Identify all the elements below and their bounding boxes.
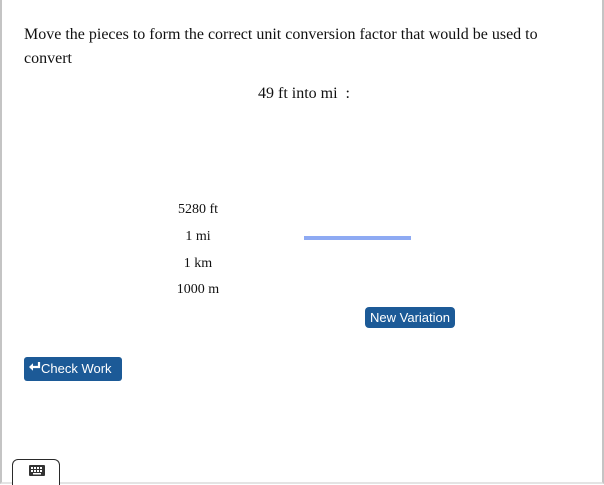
keyboard-toggle-button[interactable] <box>12 459 60 485</box>
new-variation-button[interactable]: New Variation <box>365 307 455 328</box>
fraction-bar-drop-zone[interactable] <box>304 236 411 240</box>
draggable-piece-1-mi[interactable]: 1 mi <box>162 229 234 245</box>
return-arrow-icon <box>28 356 41 380</box>
draggable-piece-1000-m[interactable]: 1000 m <box>162 282 234 298</box>
draggable-piece-5280-ft[interactable]: 5280 ft <box>162 202 234 218</box>
question-panel: Move the pieces to form the correct unit… <box>0 0 604 484</box>
draggable-piece-1-km[interactable]: 1 km <box>162 256 234 272</box>
check-work-label: Check Work <box>41 361 112 376</box>
keyboard-icon <box>29 465 45 476</box>
instruction-text: Move the pieces to form the correct unit… <box>24 26 538 67</box>
check-work-button[interactable]: Check Work <box>24 357 122 381</box>
conversion-problem: 49 ft into mi : <box>258 85 350 102</box>
